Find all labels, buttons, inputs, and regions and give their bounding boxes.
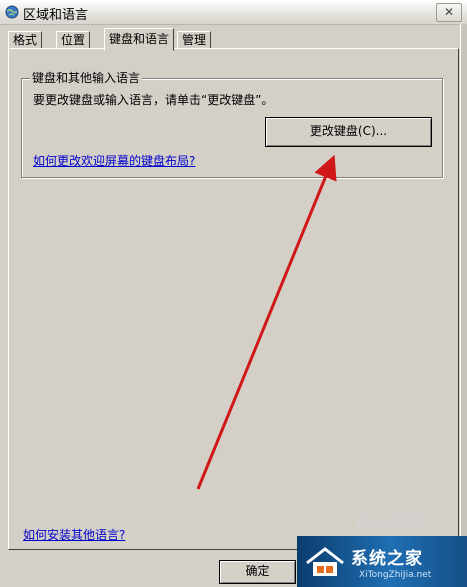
logo-text: 系统之家	[351, 549, 423, 569]
dialog-window: 区域和语言 ✕ 格式 位置 键盘和语言 管理 键盘和其他输入语言 要更改键盘或输…	[0, 0, 467, 587]
house-icon	[306, 547, 344, 576]
site-logo: 系统之家 XiTongZhiJia.net	[297, 536, 467, 587]
logo-url: XiTongZhiJia.net	[359, 570, 432, 580]
annotation-arrow	[196, 154, 337, 490]
